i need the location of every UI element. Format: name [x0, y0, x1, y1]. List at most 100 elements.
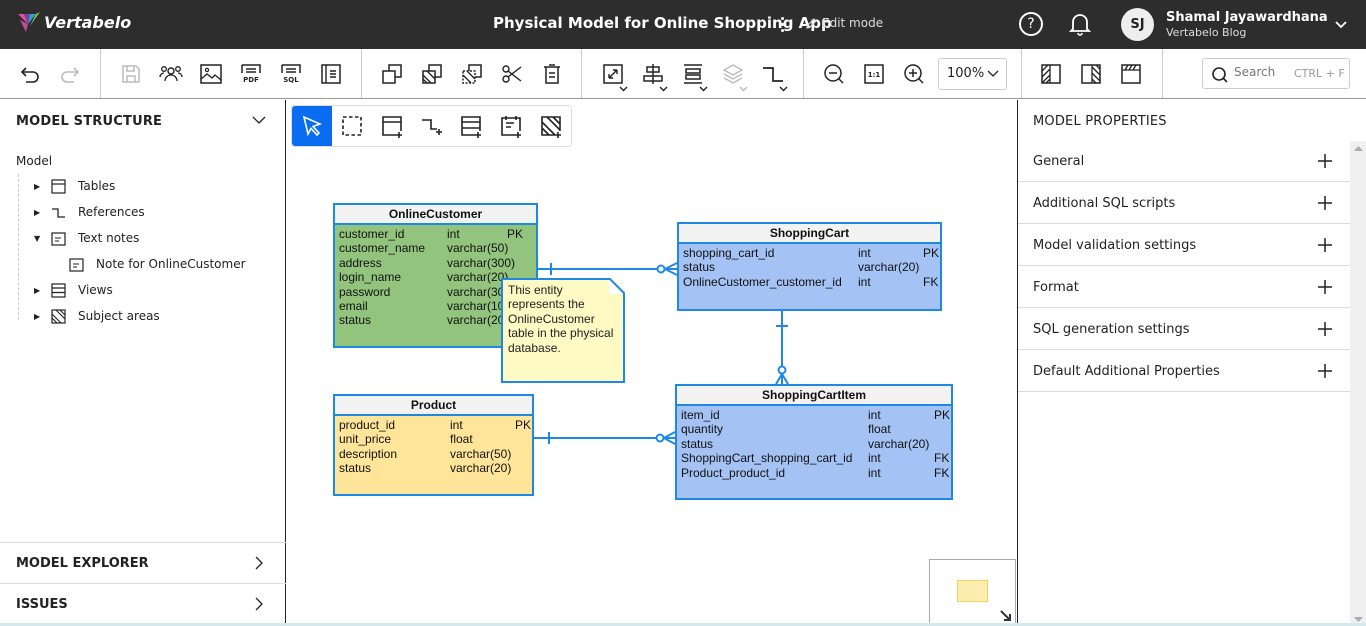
property-section[interactable]: General — [1018, 140, 1350, 182]
redo-button[interactable] — [57, 61, 83, 87]
share-button[interactable] — [158, 61, 184, 87]
minimap-viewport[interactable] — [957, 580, 988, 602]
diagram-canvas[interactable]: OnlineCustomer customer_id int PK customer_… — [287, 100, 1016, 626]
column-row[interactable]: OnlineCustomer_customer_id int FK — [683, 275, 938, 289]
notifications-icon[interactable] — [1068, 11, 1092, 41]
copy-style-button[interactable] — [419, 61, 445, 87]
search-icon — [1212, 67, 1228, 83]
left-panel: MODEL STRUCTURE Model ▶ Tables ▶ Referen… — [0, 100, 286, 626]
entity-shopping-cart-item[interactable]: ShoppingCartItem item_id int PK quantity flo… — [675, 384, 953, 500]
paste-style-button[interactable] — [459, 61, 485, 87]
cut-button[interactable] — [499, 61, 525, 87]
tree-item-views[interactable]: ▶ Views — [34, 282, 113, 298]
tree-item-text-notes[interactable]: ▼ Text notes — [34, 230, 139, 246]
expand-icon[interactable]: ▶ — [34, 208, 44, 217]
column-row[interactable]: status varchar(20) — [683, 260, 936, 274]
expand-icon[interactable]: ▶ — [34, 312, 44, 321]
entity-title: Product — [335, 396, 532, 416]
column-key: PK — [515, 418, 532, 432]
column-row[interactable]: customer_name varchar(50) — [339, 241, 532, 255]
zoom-level-select[interactable]: 100% — [938, 58, 1007, 90]
entity-product[interactable]: Product product_id int PK unit_price float de… — [333, 394, 534, 496]
collapse-chevron-icon[interactable] — [252, 115, 266, 125]
layers-button[interactable] — [720, 61, 746, 87]
column-row[interactable]: description varchar(50) — [339, 447, 528, 461]
property-section[interactable]: Default Additional Properties — [1018, 350, 1350, 392]
align-button[interactable] — [640, 61, 666, 87]
entity-shopping-cart[interactable]: ShoppingCart shopping_cart_id int PK status… — [677, 222, 942, 311]
property-section[interactable]: Format — [1018, 266, 1350, 308]
column-row[interactable]: status varchar(20) — [681, 437, 947, 451]
logo[interactable]: Vertabelo — [16, 10, 131, 34]
undo-button[interactable] — [17, 61, 43, 87]
minimap-resize-icon[interactable] — [1000, 610, 1012, 622]
property-section[interactable]: SQL generation settings — [1018, 308, 1350, 350]
help-icon[interactable]: ? — [1019, 12, 1043, 36]
column-type: varchar(50) — [450, 446, 512, 461]
search-input[interactable] — [1234, 65, 1290, 79]
avatar[interactable]: SJ — [1121, 8, 1154, 41]
toggle-left-panel-button[interactable] — [1038, 61, 1064, 87]
column-row[interactable]: status varchar(20) — [339, 461, 528, 475]
model-explorer-section[interactable]: MODEL EXPLORER — [0, 543, 285, 583]
scroll-up-icon[interactable] — [1354, 145, 1363, 151]
tree-item-tables[interactable]: ▶ Tables — [34, 178, 115, 194]
user-menu-chevron-icon[interactable] — [1334, 17, 1348, 36]
tree-item-subject-areas[interactable]: ▶ Subject areas — [34, 308, 160, 324]
edit-mode-indicator[interactable]: Edit mode — [805, 16, 883, 30]
zoom-in-button[interactable] — [901, 61, 927, 87]
dropdown-chevron-icon[interactable] — [779, 86, 788, 92]
user-name[interactable]: Shamal Jayawardhana — [1166, 10, 1328, 25]
column-row[interactable]: quantity float — [681, 422, 947, 436]
delete-button[interactable] — [539, 61, 565, 87]
tree-item-note-online-customer[interactable]: Note for OnlineCustomer — [62, 256, 246, 272]
collapse-icon[interactable]: ▼ — [34, 234, 44, 243]
expand-icon[interactable]: ▶ — [34, 182, 44, 191]
export-image-button[interactable] — [198, 61, 224, 87]
column-row[interactable]: unit_price float — [339, 432, 528, 446]
logo-text: Vertabelo — [44, 12, 132, 32]
export-sql-button[interactable]: SQL — [278, 61, 304, 87]
distribute-button[interactable] — [680, 61, 706, 87]
property-section[interactable]: Model validation settings — [1018, 224, 1350, 266]
expand-icon[interactable]: ▶ — [34, 286, 44, 295]
column-key: PK — [507, 227, 524, 241]
column-row[interactable]: shopping_cart_id int PK — [683, 246, 939, 260]
column-row[interactable]: customer_id int PK — [339, 227, 532, 241]
tree-item-references[interactable]: ▶ References — [34, 204, 145, 220]
duplicate-button[interactable] — [379, 61, 405, 87]
toolbar-divider — [361, 49, 362, 98]
model-summary-button[interactable] — [318, 61, 344, 87]
column-row[interactable]: item_id int PK — [681, 408, 950, 422]
zoom-out-button[interactable] — [821, 61, 847, 87]
export-pdf-button[interactable]: PDF — [238, 61, 264, 87]
model-explorer-title: MODEL EXPLORER — [16, 556, 149, 571]
column-name: address — [339, 255, 382, 270]
minimap[interactable] — [929, 559, 1016, 626]
toggle-toolbar-button[interactable] — [1118, 61, 1144, 87]
dropdown-chevron-icon[interactable] — [619, 86, 628, 92]
issues-section[interactable]: ISSUES — [0, 584, 285, 624]
column-row[interactable]: Product_product_id int FK — [681, 466, 949, 480]
more-options-icon[interactable] — [775, 13, 789, 35]
tree-root-model[interactable]: Model — [16, 154, 52, 168]
property-section[interactable]: Additional SQL scripts — [1018, 182, 1350, 224]
search-box[interactable]: CTRL + F — [1202, 58, 1350, 89]
toggle-right-panel-button[interactable] — [1078, 61, 1104, 87]
line-style-button[interactable] — [760, 61, 786, 87]
column-row[interactable]: ShoppingCart_shopping_cart_id int FK — [681, 451, 949, 465]
column-row[interactable]: product_id int PK — [339, 418, 532, 432]
column-type: varchar(10 — [447, 298, 505, 313]
auto-fit-button[interactable] — [600, 61, 626, 87]
dropdown-chevron-icon[interactable] — [739, 86, 748, 92]
column-row[interactable]: address varchar(300) — [339, 256, 532, 270]
entity-title: ShoppingCartItem — [677, 386, 951, 406]
edit-mode-label: Edit mode — [822, 16, 884, 30]
dropdown-chevron-icon[interactable] — [699, 86, 708, 92]
actual-size-button[interactable]: 1:1 — [861, 61, 887, 87]
text-note[interactable]: This entity represents the OnlineCustome… — [501, 278, 625, 383]
save-button[interactable] — [118, 61, 144, 87]
vertical-scrollbar[interactable] — [1350, 141, 1366, 626]
dropdown-chevron-icon[interactable] — [659, 86, 668, 92]
entity-columns: product_id int PK unit_price float descriptio… — [335, 416, 532, 494]
